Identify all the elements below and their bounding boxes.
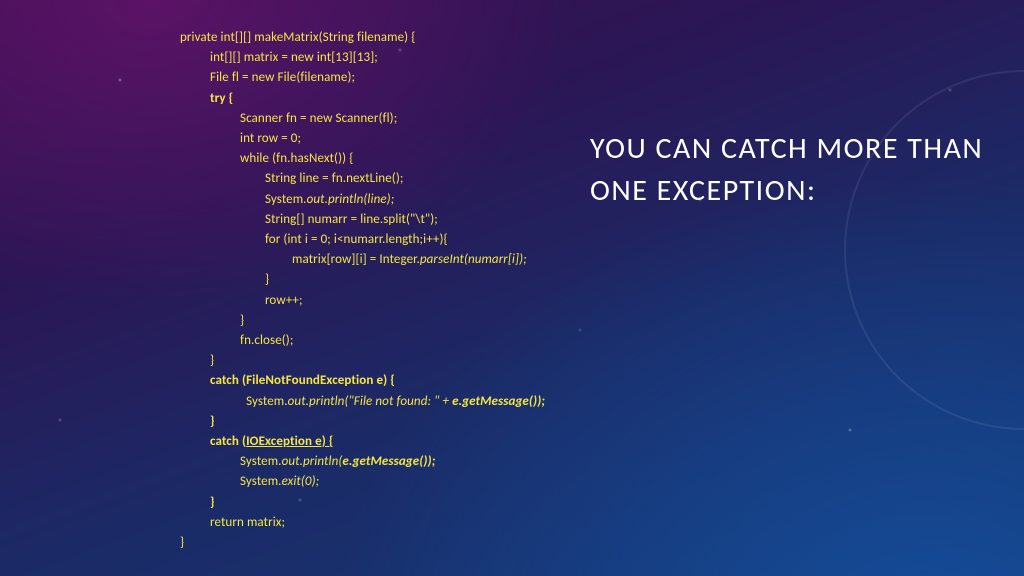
- code-line: return matrix;: [210, 515, 285, 530]
- code-line: System.: [240, 394, 288, 409]
- code-line: try {: [210, 91, 233, 106]
- code-line: System.: [240, 454, 282, 469]
- code-line: int row = 0;: [240, 131, 301, 146]
- code-line: String[] numarr = line.split("\t");: [265, 212, 438, 227]
- code-line: }: [210, 353, 214, 368]
- code-line: String line = fn.nextLine();: [265, 171, 403, 186]
- code-line: System.: [240, 474, 282, 489]
- code-underline: IOException e) {: [246, 434, 333, 449]
- code-bold-italic: e.getMessage());: [452, 394, 545, 409]
- code-line: }: [265, 272, 269, 287]
- title-column: YOU CAN CATCH MORE THAN ONE EXCEPTION:: [580, 0, 1024, 576]
- slide: private int[][] makeMatrix(String filena…: [0, 0, 1024, 576]
- code-line: System.: [265, 192, 307, 207]
- code-line: for (int i = 0; i<numarr.length;i++){: [265, 232, 448, 247]
- code-line: catch (: [210, 434, 246, 449]
- code-line: }: [240, 313, 244, 328]
- code-line: int[][] matrix = new int[13][13];: [210, 50, 378, 65]
- code-line: }: [210, 495, 215, 510]
- code-block: private int[][] makeMatrix(String filena…: [0, 28, 580, 553]
- code-column: private int[][] makeMatrix(String filena…: [0, 0, 580, 576]
- code-italic: parseInt(numarr[i]);: [420, 252, 527, 267]
- code-line: File fl = new File(filename);: [210, 70, 355, 85]
- code-line: catch (FileNotFoundException e) {: [210, 373, 395, 388]
- code-line: fn.close();: [240, 333, 293, 348]
- code-italic: exit(0);: [282, 474, 320, 489]
- code-bold-italic: e.getMessage());: [342, 454, 435, 469]
- code-line: }: [180, 535, 184, 550]
- code-line: }: [210, 414, 215, 429]
- code-line: matrix[row][i] = Integer.: [292, 252, 420, 267]
- code-italic: out.println(line);: [307, 192, 395, 207]
- code-italic: out.println(: [282, 454, 343, 469]
- code-line: private int[][] makeMatrix(String filena…: [180, 30, 415, 45]
- code-line: row++;: [265, 293, 303, 308]
- code-italic: out.println("File not found: " +: [288, 394, 452, 409]
- code-line: while (fn.hasNext()) {: [240, 151, 353, 166]
- code-line: Scanner fn = new Scanner(fl);: [240, 111, 397, 126]
- slide-title: YOU CAN CATCH MORE THAN ONE EXCEPTION:: [590, 128, 994, 212]
